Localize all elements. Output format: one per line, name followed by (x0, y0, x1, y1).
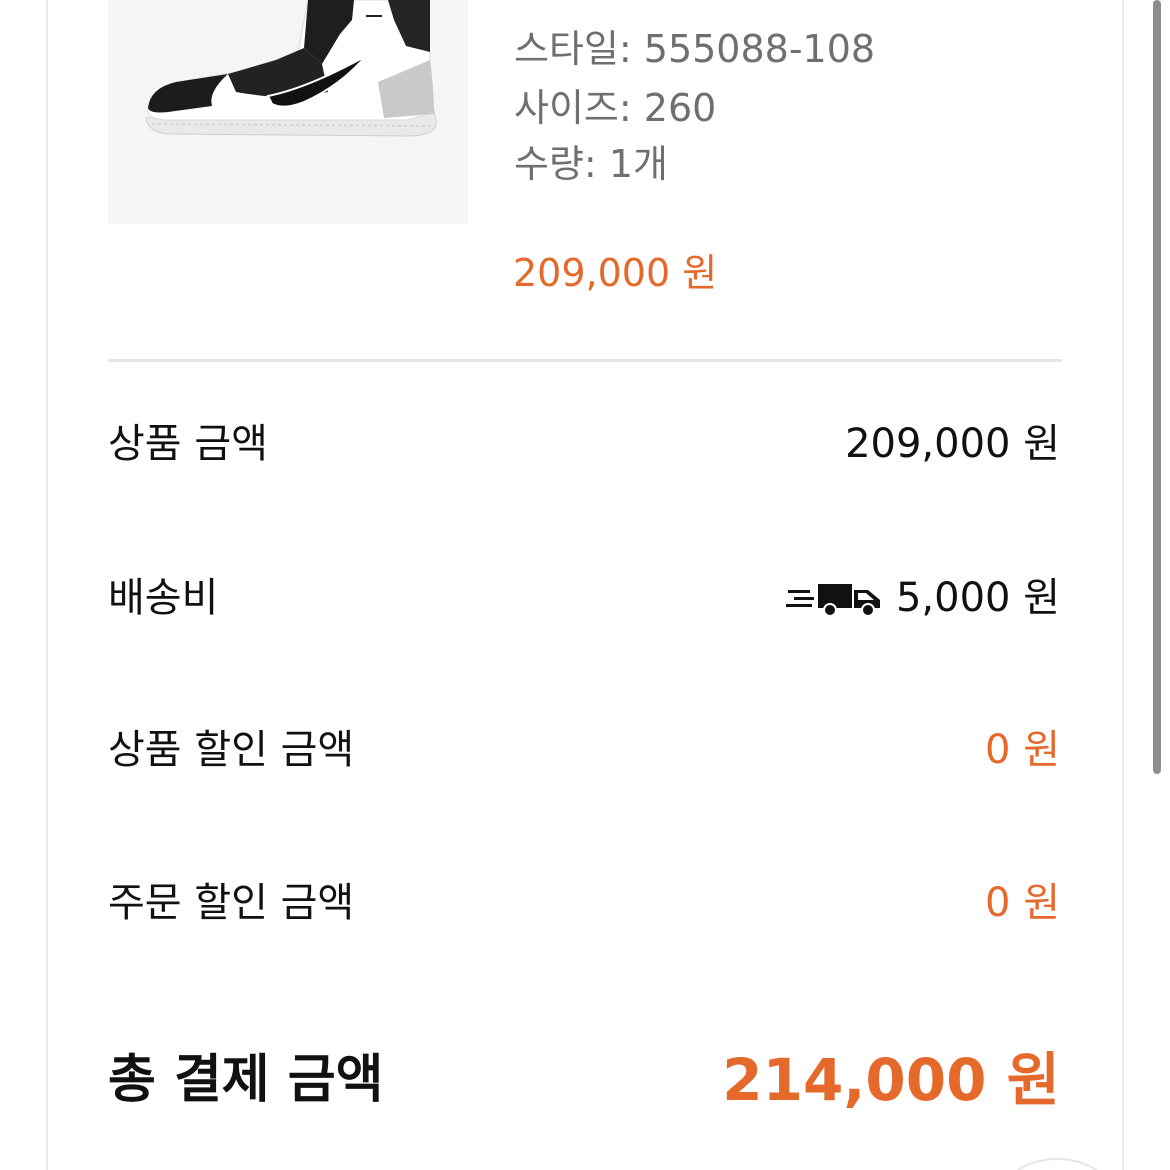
product-size: 사이즈: 260 (514, 89, 716, 127)
style-value: 555088-108 (643, 27, 876, 71)
section-divider (108, 359, 1062, 362)
order-summary-screen: 스타일: 555088-108 사이즈: 260 수량: 1개 209,000 … (0, 0, 1170, 1170)
shipping-fee-value-group: 5,000 원 (785, 568, 1060, 628)
style-label: 스타일: (514, 27, 632, 71)
order-discount-row: 주문 할인 금액 0 원 (108, 873, 1060, 933)
product-quantity: 수량: 1개 (514, 145, 668, 183)
order-discount-label: 주문 할인 금액 (108, 880, 355, 926)
quantity-value: 1개 (608, 142, 668, 186)
scrollbar[interactable] (1153, 0, 1161, 774)
product-discount-label: 상품 할인 금액 (108, 727, 355, 773)
product-discount-value: 0 원 (985, 727, 1060, 773)
delivery-truck-icon (785, 584, 880, 617)
shipping-fee-label: 배송비 (108, 575, 219, 621)
size-value: 260 (643, 86, 717, 130)
sneaker-image (145, 0, 437, 137)
total-payment-row: 총 결제 금액 214,000 원 (108, 1040, 1060, 1120)
quantity-label: 수량: (514, 142, 597, 186)
product-amount-label: 상품 금액 (108, 421, 268, 467)
product-amount-value: 209,000 원 (845, 421, 1060, 467)
product-style: 스타일: 555088-108 (514, 30, 875, 68)
product-price: 209,000 원 (513, 251, 718, 295)
shipping-fee-value: 5,000 원 (895, 575, 1060, 621)
total-payment-value: 214,000 원 (722, 1046, 1060, 1114)
size-label: 사이즈: (514, 86, 632, 130)
product-image[interactable] (108, 0, 468, 224)
order-discount-value: 0 원 (985, 880, 1060, 926)
product-discount-row: 상품 할인 금액 0 원 (108, 720, 1060, 780)
product-amount-row: 상품 금액 209,000 원 (108, 414, 1060, 474)
total-payment-label: 총 결제 금액 (108, 1050, 384, 1110)
shipping-fee-row: 배송비 5,000 원 (108, 568, 1060, 628)
